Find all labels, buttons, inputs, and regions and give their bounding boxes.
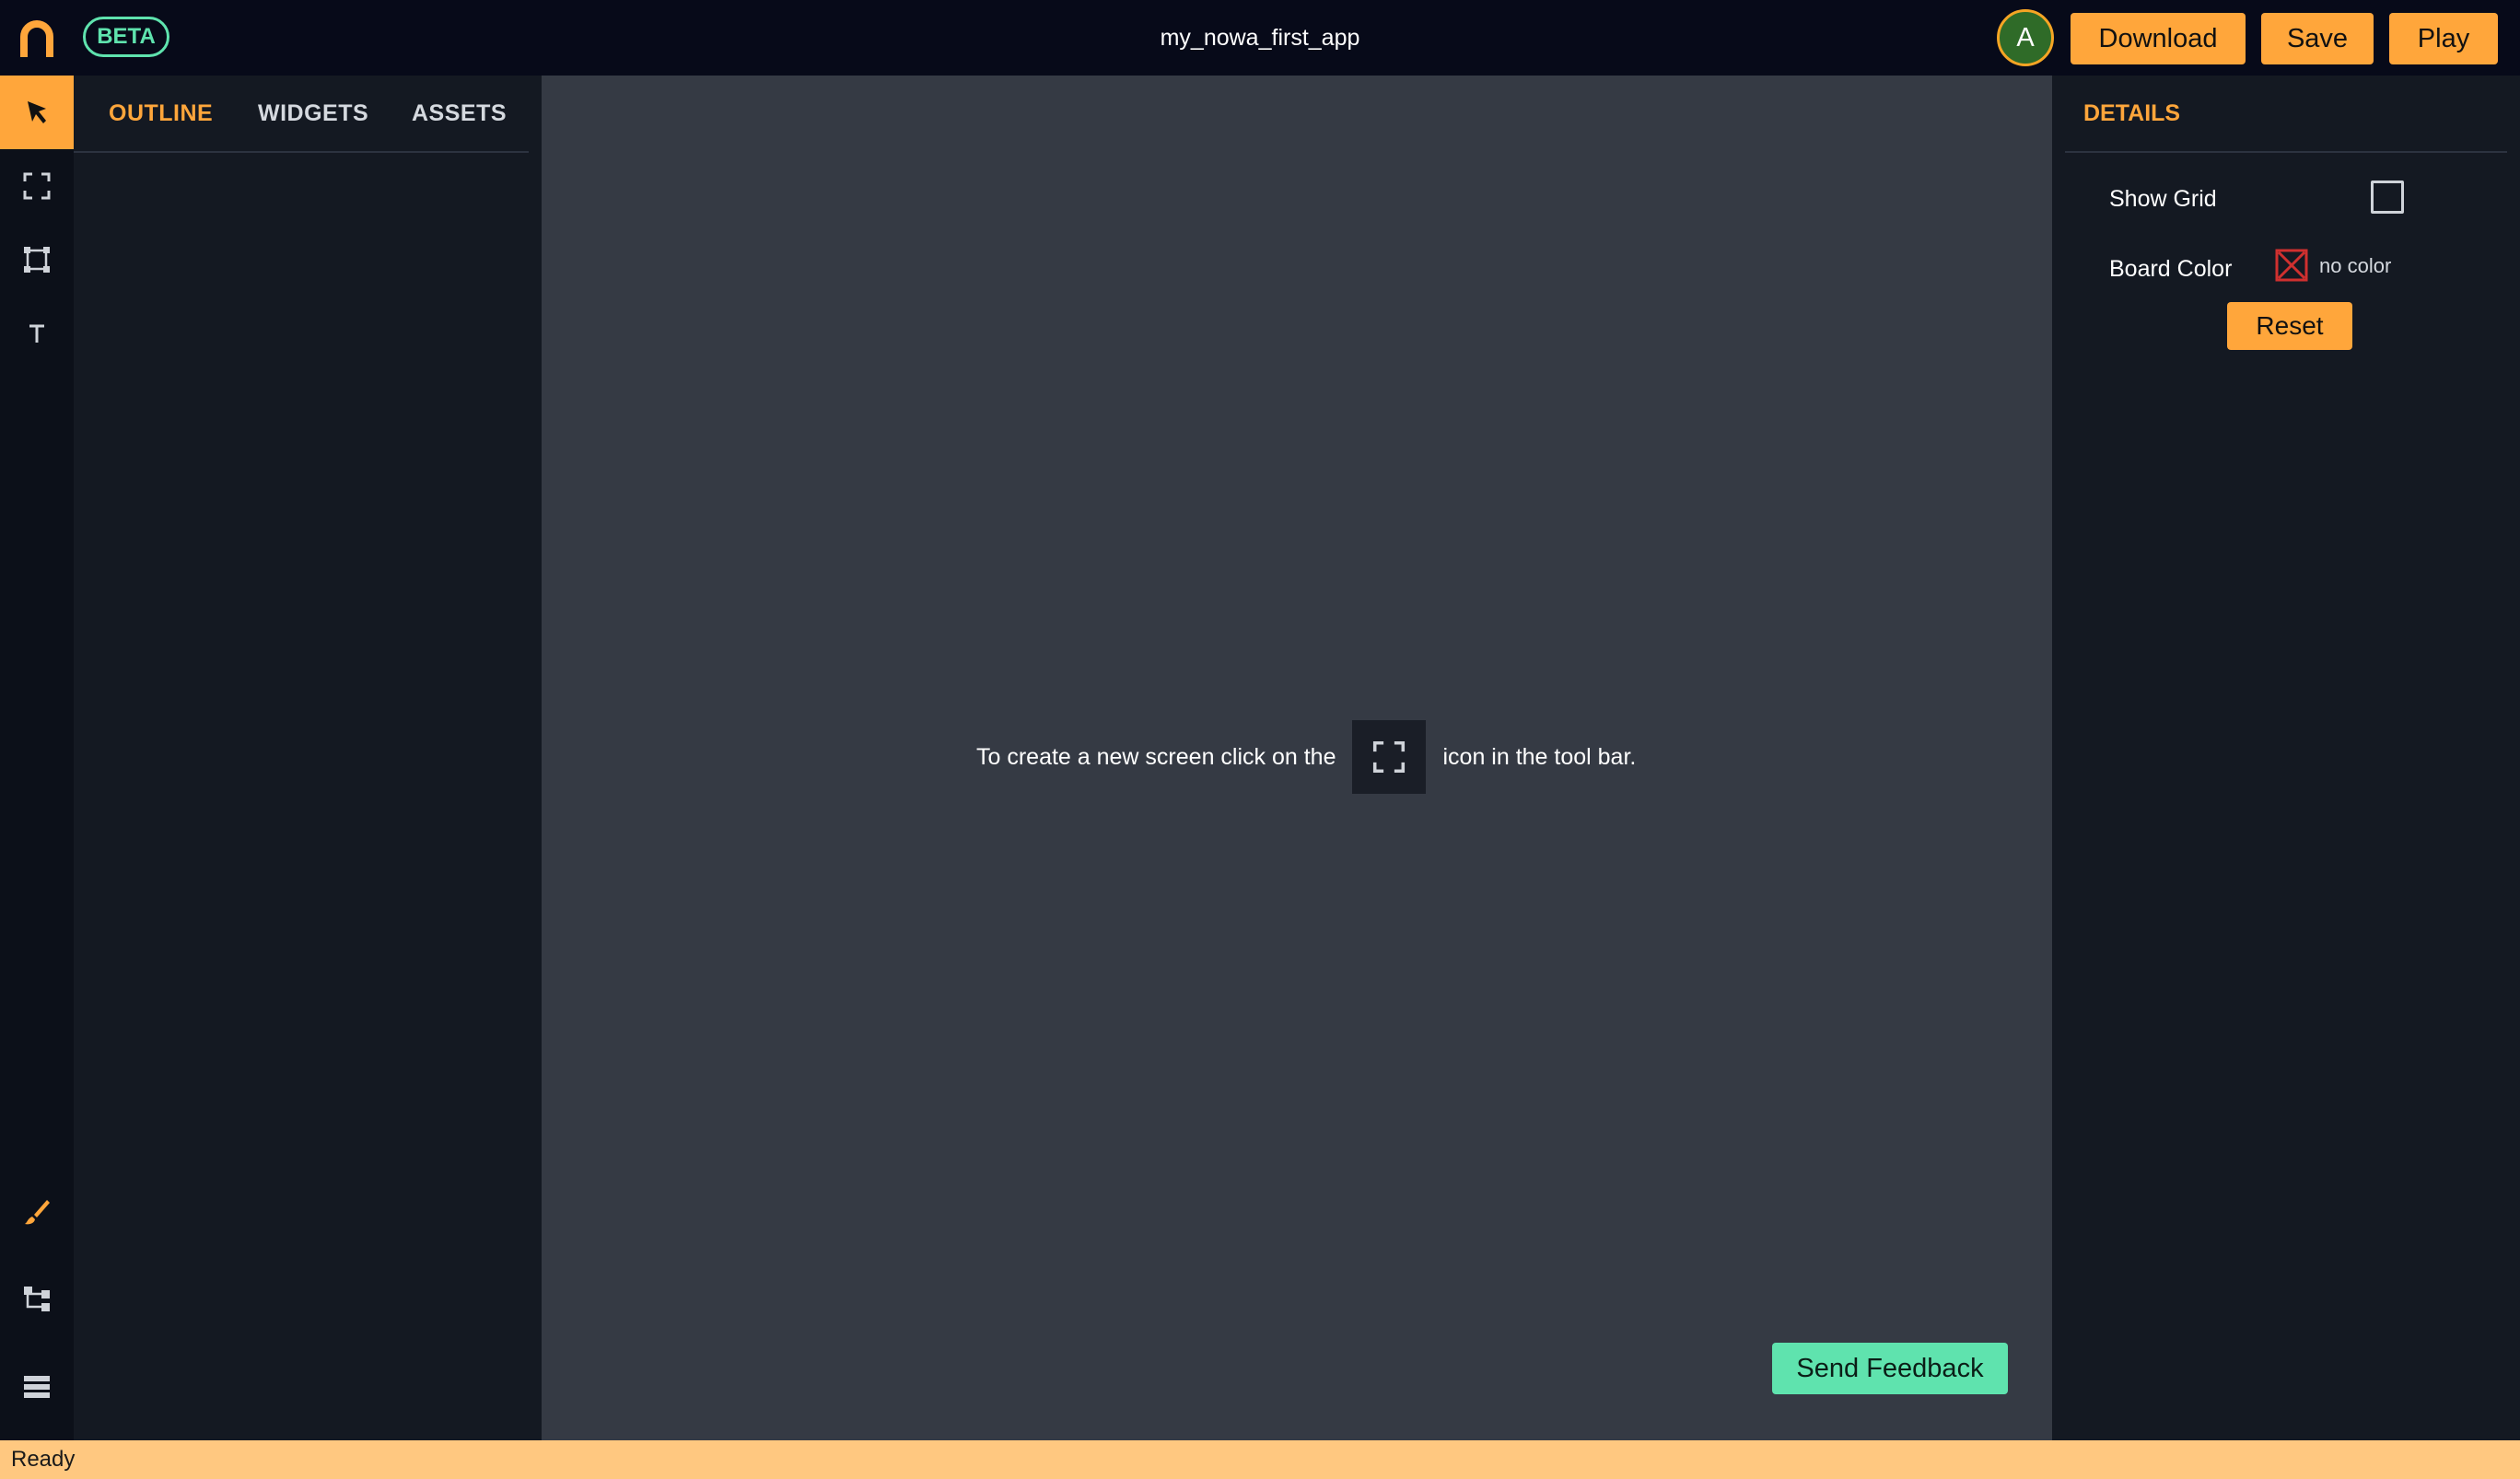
database-rows-icon [24, 1376, 50, 1398]
board-color-label: Board Color [2109, 256, 2233, 282]
widget-tree-tool-button[interactable] [0, 1262, 74, 1335]
theme-tool-button[interactable] [0, 1175, 74, 1249]
play-button[interactable]: Play [2389, 13, 2498, 64]
show-grid-checkbox[interactable] [2371, 181, 2404, 214]
tool-rail [0, 76, 74, 1440]
new-screen-tool-button[interactable] [0, 149, 74, 223]
empty-canvas-hint: To create a new screen click on the icon… [976, 720, 1636, 794]
bounding-box-icon [24, 247, 50, 273]
nowa-logo-icon[interactable] [15, 17, 59, 61]
details-title: DETAILS [2083, 99, 2181, 126]
data-tool-button[interactable] [0, 1350, 74, 1424]
panel-tabs: OUTLINE WIDGETS ASSETS [74, 76, 529, 153]
screen-frame-icon [1352, 720, 1427, 794]
text-icon [29, 324, 44, 343]
tree-structure-icon [24, 1287, 50, 1311]
tab-assets[interactable]: ASSETS [412, 76, 507, 151]
paintbrush-icon [25, 1200, 50, 1225]
outline-panel: OUTLINE WIDGETS ASSETS [74, 76, 542, 1440]
hint-text-after: icon in the tool bar. [1442, 743, 1637, 770]
text-tool-button[interactable] [0, 297, 74, 370]
cursor-arrow-icon [28, 101, 46, 123]
show-grid-label: Show Grid [2109, 186, 2217, 212]
details-header: DETAILS [2065, 76, 2507, 153]
no-color-swatch-icon[interactable] [2275, 249, 2308, 282]
design-canvas[interactable]: To create a new screen click on the icon… [542, 76, 2052, 1440]
tab-widgets[interactable]: WIDGETS [258, 76, 368, 151]
select-tool-button[interactable] [0, 76, 74, 149]
hint-text-before: To create a new screen click on the [976, 743, 1336, 770]
app-title[interactable]: my_nowa_first_app [1013, 0, 1507, 76]
save-button[interactable]: Save [2261, 13, 2374, 64]
user-avatar[interactable]: A [1997, 9, 2054, 66]
status-bar: Ready [0, 1440, 2520, 1479]
board-color-value: no color [2319, 254, 2392, 277]
frame-tool-button[interactable] [0, 223, 74, 297]
send-feedback-button[interactable]: Send Feedback [1772, 1343, 2008, 1394]
top-bar: BETA my_nowa_first_app A Download Save P… [0, 0, 2520, 76]
status-text: Ready [11, 1447, 76, 1472]
reset-button[interactable]: Reset [2227, 302, 2352, 350]
beta-badge: BETA [83, 17, 169, 57]
screen-frame-icon [23, 172, 51, 200]
tab-outline[interactable]: OUTLINE [109, 76, 213, 151]
download-button[interactable]: Download [2071, 13, 2246, 64]
